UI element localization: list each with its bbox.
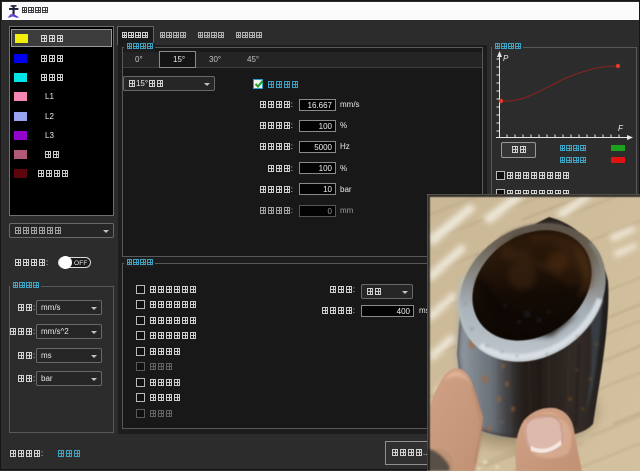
svg-text:F: F [618, 124, 624, 133]
svg-text:P: P [503, 54, 509, 63]
